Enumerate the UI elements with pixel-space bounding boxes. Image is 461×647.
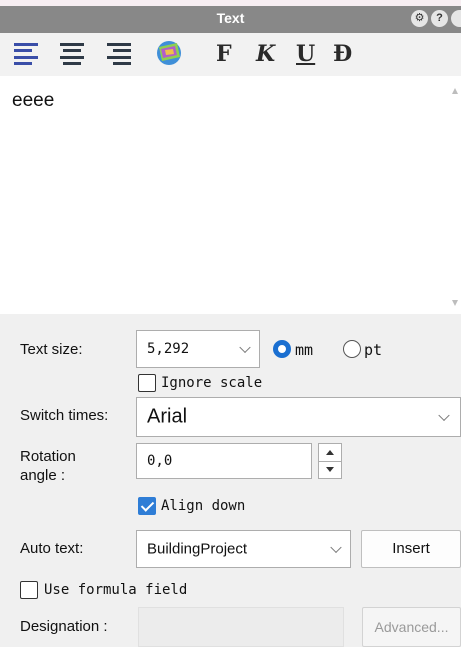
auto-text-label: Auto text: bbox=[20, 540, 84, 557]
rotation-label-line2: angle : bbox=[20, 467, 66, 484]
gear-icon[interactable]: ⚙ bbox=[411, 10, 428, 27]
format-toolbar: F K U Đ bbox=[0, 33, 461, 76]
underline-button[interactable]: U bbox=[296, 40, 315, 67]
ignore-scale-label: Ignore scale bbox=[161, 375, 263, 391]
chevron-down-icon bbox=[438, 409, 450, 422]
designation-input[interactable] bbox=[138, 607, 344, 647]
strikethrough-button[interactable]: Đ bbox=[333, 40, 352, 67]
scroll-down-icon[interactable] bbox=[452, 300, 458, 306]
font-value: Arial bbox=[147, 405, 188, 428]
unit-pt-radio[interactable] bbox=[343, 340, 361, 358]
text-size-select[interactable]: 5,292 bbox=[136, 330, 260, 368]
window-title: Text bbox=[216, 10, 245, 26]
align-down-label: Align down bbox=[161, 498, 246, 514]
ignore-scale-checkbox[interactable] bbox=[138, 374, 156, 392]
align-right-icon[interactable] bbox=[107, 41, 131, 65]
rotation-stepper[interactable] bbox=[318, 443, 342, 479]
bold-button[interactable]: F bbox=[216, 40, 232, 67]
text-editor[interactable]: eeee bbox=[0, 76, 461, 314]
use-formula-label: Use formula field bbox=[44, 582, 188, 598]
text-style-icon[interactable] bbox=[153, 39, 185, 65]
text-size-value: 5,292 bbox=[147, 341, 190, 357]
close-icon[interactable] bbox=[451, 10, 461, 27]
unit-pt-label: pt bbox=[364, 341, 383, 359]
rotation-input[interactable]: 0,0 bbox=[136, 443, 312, 479]
chevron-down-icon bbox=[330, 541, 342, 554]
insert-button[interactable]: Insert bbox=[361, 530, 461, 568]
align-left-icon[interactable] bbox=[14, 41, 38, 65]
auto-text-value: BuildingProject bbox=[147, 540, 248, 558]
auto-text-select[interactable]: BuildingProject bbox=[136, 530, 351, 568]
advanced-button[interactable]: Advanced... bbox=[362, 607, 461, 647]
text-content: eeee bbox=[12, 90, 55, 111]
scroll-up-icon[interactable] bbox=[452, 88, 458, 94]
text-size-label: Text size: bbox=[20, 341, 83, 358]
unit-mm-radio[interactable] bbox=[273, 340, 291, 358]
designation-label: Designation : bbox=[20, 618, 108, 635]
rotation-value: 0,0 bbox=[147, 453, 173, 469]
rotation-label-line1: Rotation bbox=[20, 448, 76, 465]
help-icon[interactable]: ? bbox=[431, 10, 448, 27]
stepper-up-icon[interactable] bbox=[319, 444, 341, 462]
chevron-down-icon bbox=[239, 341, 251, 354]
italic-button[interactable]: K bbox=[256, 40, 275, 67]
unit-mm-label: mm bbox=[295, 341, 314, 359]
align-down-checkbox[interactable] bbox=[138, 497, 156, 515]
stepper-down-icon[interactable] bbox=[319, 461, 341, 478]
title-bar-icons: ⚙ ? bbox=[411, 10, 461, 27]
title-bar: Text ⚙ ? bbox=[0, 6, 461, 33]
font-select[interactable]: Arial bbox=[136, 397, 461, 437]
font-label: Switch times: bbox=[20, 407, 109, 424]
use-formula-checkbox[interactable] bbox=[20, 581, 38, 599]
align-center-icon[interactable] bbox=[60, 41, 84, 65]
